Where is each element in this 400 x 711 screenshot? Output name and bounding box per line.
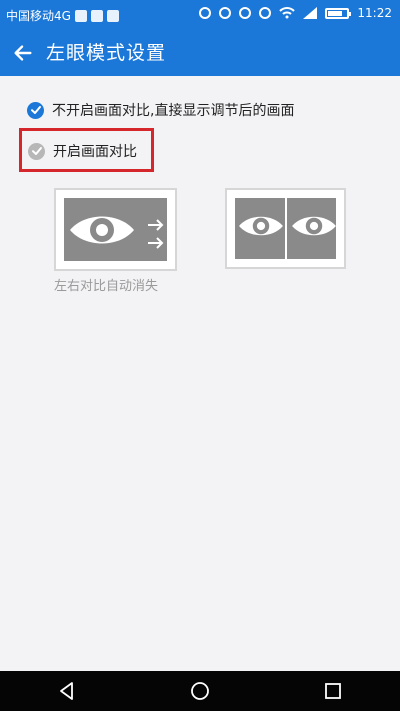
preview-screen [64,198,167,261]
arrow-right-icon [148,237,164,249]
check-icon[interactable] [27,101,44,119]
headphones-icon [199,7,212,19]
option-label: 不开启画面对比,直接显示调节后的画面 [52,103,295,119]
wifi-icon [279,7,296,19]
message-icon [74,9,87,22]
preview-screen [235,198,336,259]
eye-icon [292,216,336,236]
page-title: 左眼模式设置 [46,42,167,64]
notification-icon [90,9,103,22]
status-left: 中国移动4G [6,7,119,24]
option-no-compare[interactable]: 不开启画面对比,直接显示调节后的画面 [27,100,294,120]
nav-recent-icon [325,683,342,699]
carrier-label: 中国移动4G [6,9,71,23]
eye-icon [239,216,283,236]
navigation-bar [0,671,400,711]
nav-recent-button[interactable] [313,671,353,711]
highlight-box [19,128,154,172]
status-right: 11:22 [199,6,392,20]
eye-care-icon [259,7,272,19]
app-icon [106,9,119,22]
signal-icon [303,7,318,19]
battery-icon [325,7,352,19]
arrow-right-icon [148,219,164,231]
preview-split [225,188,346,269]
nav-home-button[interactable] [180,671,220,711]
preview-compare [54,188,177,271]
app-bar: 左眼模式设置 [0,31,400,76]
preview-caption: 左右对比自动消失 [54,279,159,294]
vibrate-icon [219,7,232,19]
nav-back-icon [59,682,73,700]
status-bar: 中国移动4G 11:22 [0,0,400,31]
alarm-icon [239,7,252,19]
back-button[interactable] [7,37,39,69]
clock: 11:22 [357,6,392,20]
nav-home-icon [191,682,209,700]
eye-icon [70,216,134,244]
nav-back-button[interactable] [47,671,87,711]
back-arrow-icon [14,45,32,61]
